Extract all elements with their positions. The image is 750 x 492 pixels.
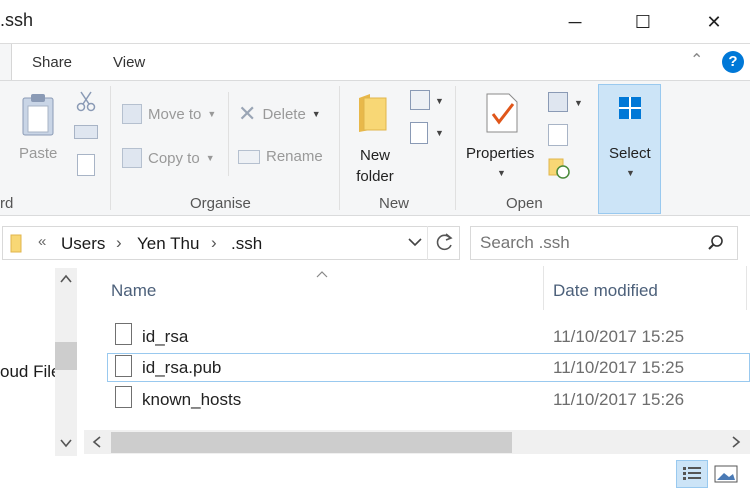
new-folder-button[interactable]: New folder [352,145,398,187]
sort-ascending-icon [316,266,328,278]
horizontal-scroll-thumb[interactable] [111,432,512,453]
refresh-icon [436,233,453,251]
search-input[interactable] [480,233,700,253]
minimize-button[interactable]: ─ [544,0,606,44]
copy-path-icon[interactable] [74,125,98,139]
details-view-icon [683,467,701,480]
refresh-button[interactable] [427,226,460,260]
open-icon[interactable] [548,92,568,112]
history-icon[interactable] [548,157,570,179]
chevron-down-icon: ▼ [207,109,217,119]
breadcrumb-users[interactable]: Users [61,234,105,254]
chevron-down-icon: ▼ [311,109,321,119]
scroll-right-icon[interactable] [729,434,743,450]
clipboard-group-label: rd [0,195,14,212]
chevron-down-icon: ▼ [435,128,444,138]
maximize-button[interactable]: ☐ [612,0,674,44]
chevron-down-icon: ▼ [205,153,215,163]
file-icon [115,323,132,345]
column-divider[interactable] [543,266,544,310]
tab-view[interactable]: View [113,54,145,71]
new-folder-icon [356,92,390,134]
close-button[interactable]: ✕ [683,0,745,44]
column-divider[interactable] [746,266,747,310]
new-item-icon[interactable] [410,90,430,110]
edit-icon[interactable] [548,124,568,146]
easy-access-icon[interactable] [410,122,428,144]
new-group-label: New [379,195,410,212]
file-icon [115,355,132,377]
tab-home[interactable] [0,44,12,80]
group-divider [110,86,111,210]
status-bar [0,456,750,492]
table-row-selected[interactable]: id_rsa.pub 11/10/2017 15:25 [107,353,750,382]
group-divider [455,86,456,210]
breadcrumb-separator[interactable]: › [211,233,217,253]
paste-button[interactable]: Paste [19,145,57,162]
rename-button[interactable]: Rename [238,148,323,165]
overflow-chevron[interactable]: « [38,233,46,250]
paste-shortcut-icon[interactable] [77,154,95,176]
nav-item-partial[interactable]: oud File [0,362,60,382]
chevron-down-icon: ▼ [574,98,583,108]
cut-icon[interactable] [76,90,96,112]
help-icon[interactable]: ? [722,51,744,73]
organise-group-label: Organise [190,195,251,212]
rename-icon [238,149,260,164]
file-name: id_rsa.pub [142,358,222,377]
chevron-down-icon: ▼ [435,96,444,106]
tab-share[interactable]: Share [32,54,72,71]
search-icon[interactable] [707,234,725,252]
folder-icon [10,233,22,253]
scroll-down-icon[interactable] [58,436,74,450]
properties-icon [485,92,519,134]
file-icon [115,386,132,408]
scroll-left-icon[interactable] [90,434,104,450]
chevron-down-icon: ▼ [497,168,506,178]
file-date: 11/10/2017 15:25 [553,358,685,377]
large-icons-view-button[interactable] [712,462,740,486]
breadcrumb-ssh[interactable]: .ssh [231,234,262,254]
select-icon [618,96,642,120]
file-name: known_hosts [142,390,242,409]
large-icons-view-icon [714,465,738,483]
file-date: 11/10/2017 15:25 [553,327,685,346]
table-row[interactable]: id_rsa 11/10/2017 15:25 [107,322,750,351]
divider [228,92,229,176]
move-to-icon [122,104,142,124]
file-date: 11/10/2017 15:26 [553,390,685,409]
chevron-down-icon: ▼ [626,168,635,178]
details-view-button[interactable] [676,460,708,488]
paste-icon [20,92,56,136]
copy-to-button[interactable]: Copy to ▼ [122,148,215,168]
collapse-ribbon-icon[interactable]: ⌃ [690,50,703,70]
column-header-name[interactable]: Name [111,281,156,301]
select-label: Select [609,145,651,162]
breadcrumb-separator[interactable]: › [116,233,122,253]
properties-button[interactable]: Properties [466,145,534,162]
breadcrumb-yen-thu[interactable]: Yen Thu [137,234,199,254]
group-divider [339,86,340,210]
table-row[interactable]: known_hosts 11/10/2017 15:26 [107,384,750,413]
nav-pane-scroll-thumb[interactable] [55,342,77,370]
search-box[interactable] [470,226,738,260]
chevron-down-icon[interactable] [406,233,424,251]
delete-button[interactable]: ✕ Delete ▼ [238,101,321,126]
window-title: .ssh [0,10,34,30]
move-to-button[interactable]: Move to ▼ [122,104,216,124]
column-header-date-modified[interactable]: Date modified [553,281,658,301]
scroll-up-icon[interactable] [58,272,74,286]
delete-icon: ✕ [238,101,257,126]
copy-to-icon [122,148,142,168]
open-group-label: Open [506,195,543,212]
file-name: id_rsa [142,327,189,346]
